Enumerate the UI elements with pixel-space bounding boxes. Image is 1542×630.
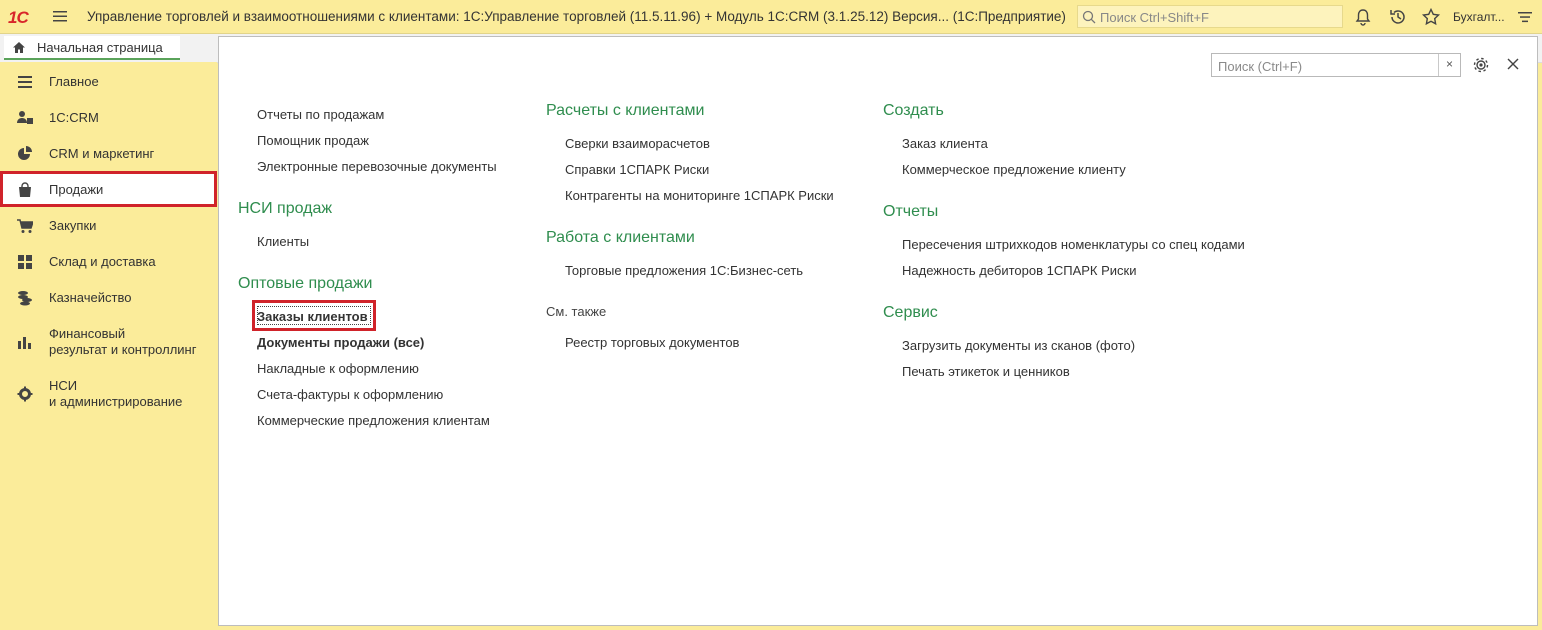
bell-icon[interactable] [1353, 7, 1373, 27]
panel-search-input[interactable] [1216, 56, 1438, 76]
sidebar: Главное 1С:CRM CRM и маркетинг Продажи З… [0, 62, 217, 630]
sidebar-item-purchases[interactable]: Закупки [0, 207, 217, 243]
bar-chart-icon [18, 337, 31, 349]
users-icon [17, 111, 33, 124]
section-settlements: Расчеты с клиентами [546, 102, 705, 119]
link-sales-assistant[interactable]: Помощник продаж [257, 133, 369, 148]
title-bar: 1С Управление торговлей и взаимоотношени… [0, 0, 1542, 34]
link-upload-scans[interactable]: Загрузить документы из сканов (фото) [902, 338, 1135, 353]
link-trade-offers[interactable]: Торговые предложения 1С:Бизнес-сеть [565, 263, 803, 278]
section-client-work: Работа с клиентами [546, 229, 695, 246]
gear-icon [17, 386, 33, 402]
sidebar-item-label: Главное [49, 74, 99, 89]
sidebar-item-crm[interactable]: 1С:CRM [0, 99, 217, 135]
section-wholesale: Оптовые продажи [238, 275, 373, 292]
link-invoices-to-process[interactable]: Накладные к оформлению [257, 361, 419, 376]
link-tax-invoices-to-process[interactable]: Счета-фактуры к оформлению [257, 387, 443, 402]
section-reports: Отчеты [883, 203, 939, 220]
user-name[interactable]: Бухгалт... [1453, 10, 1505, 24]
global-search[interactable] [1077, 5, 1343, 28]
close-icon[interactable] [1506, 57, 1520, 71]
link-debtor-reliability[interactable]: Надежность дебиторов 1СПАРК Риски [902, 263, 1137, 278]
sidebar-item-label: Продажи [49, 182, 104, 197]
grid-icon [18, 255, 32, 269]
link-trade-docs-registry[interactable]: Реестр торговых документов [565, 335, 739, 350]
list-icon [18, 76, 32, 88]
window-title: Управление торговлей и взаимоотношениями… [87, 9, 1066, 24]
sidebar-item-label-line2: и администрирование [49, 394, 183, 409]
tab-home-label: Начальная страница [37, 40, 163, 55]
settings-menu-icon[interactable] [1515, 7, 1535, 27]
sidebar-item-label: Финансовый результат и контроллинг [49, 326, 196, 358]
home-icon [13, 42, 25, 53]
sidebar-item-sales[interactable]: Продажи [0, 171, 217, 207]
link-print-labels[interactable]: Печать этикеток и ценников [902, 364, 1070, 379]
section-nsi-sales: НСИ продаж [238, 200, 333, 217]
pie-chart-icon [18, 146, 32, 160]
see-also-label: См. также [546, 304, 607, 319]
sidebar-item-label-line1: НСИ [49, 378, 78, 393]
shopping-bag-icon [19, 182, 31, 197]
link-create-customer-order[interactable]: Заказ клиента [902, 136, 988, 151]
app-logo[interactable]: 1С [8, 8, 29, 28]
link-clients[interactable]: Клиенты [257, 234, 309, 249]
hamburger-menu-icon[interactable] [52, 8, 68, 24]
link-create-commercial-offer[interactable]: Коммерческое предложение клиенту [902, 162, 1126, 177]
star-icon[interactable] [1421, 7, 1441, 27]
link-barcode-intersections[interactable]: Пересечения штрихкодов номенклатуры со с… [902, 237, 1245, 252]
link-spark-reports[interactable]: Справки 1СПАРК Риски [565, 162, 709, 177]
link-commercial-offers[interactable]: Коммерческие предложения клиентам [257, 413, 490, 428]
sidebar-item-label: 1С:CRM [49, 110, 99, 125]
global-search-input[interactable] [1098, 7, 1342, 28]
sidebar-item-label: Казначейство [49, 290, 132, 305]
link-e-transport-docs[interactable]: Электронные перевозочные документы [257, 159, 497, 174]
panel-search[interactable]: × [1211, 53, 1461, 77]
link-customer-orders[interactable]: Заказы клиентов [257, 309, 368, 324]
tab-home[interactable]: Начальная страница [4, 36, 180, 60]
sidebar-item-label-line2: результат и контроллинг [49, 342, 197, 357]
section-service: Сервис [883, 304, 938, 321]
sidebar-item-label-line1: Финансовый [49, 326, 126, 341]
sidebar-item-treasury[interactable]: Казначейство [0, 279, 217, 315]
sidebar-item-warehouse[interactable]: Склад и доставка [0, 243, 217, 279]
sidebar-item-finance[interactable]: Финансовый результат и контроллинг [0, 323, 217, 359]
sidebar-item-nsi[interactable]: НСИ и администрирование [0, 375, 217, 411]
link-sales-reports[interactable]: Отчеты по продажам [257, 107, 384, 122]
coins-icon [18, 291, 32, 306]
sidebar-item-crm-marketing[interactable]: CRM и маркетинг [0, 135, 217, 171]
history-icon[interactable] [1388, 7, 1408, 27]
cart-icon [17, 219, 33, 233]
main-panel: × Отчеты по продажам Помощник продаж Эле… [218, 36, 1538, 626]
search-icon [1082, 10, 1096, 24]
link-reconciliations[interactable]: Сверки взаиморасчетов [565, 136, 710, 151]
section-create: Создать [883, 102, 944, 119]
clear-search-button[interactable]: × [1438, 54, 1460, 76]
sidebar-item-label: НСИ и администрирование [49, 378, 182, 410]
sidebar-item-main[interactable]: Главное [0, 63, 217, 99]
link-spark-monitoring[interactable]: Контрагенты на мониторинге 1СПАРК Риски [565, 188, 834, 203]
sidebar-item-label: Склад и доставка [49, 254, 156, 269]
settings-gear-icon[interactable] [1472, 56, 1490, 74]
sidebar-item-label: CRM и маркетинг [49, 146, 155, 161]
link-sales-documents-all[interactable]: Документы продажи (все) [257, 335, 424, 350]
sidebar-item-label: Закупки [49, 218, 97, 233]
